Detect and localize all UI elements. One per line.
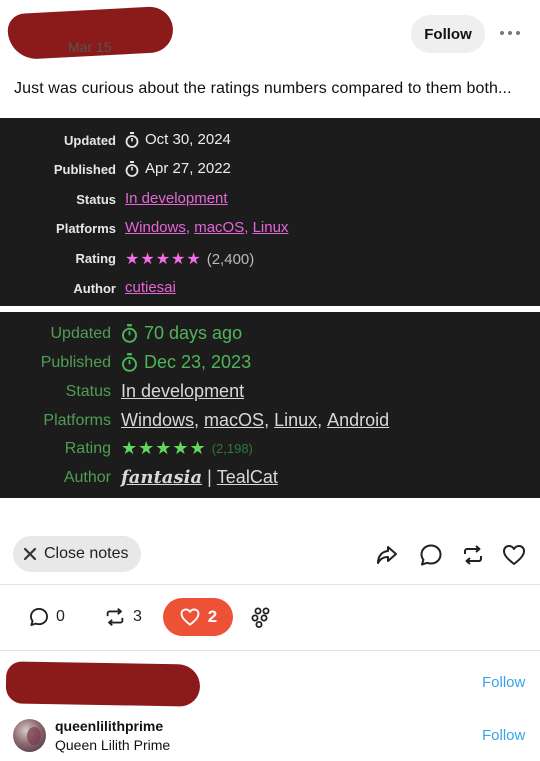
info-label: Platforms [56,221,116,236]
avatar[interactable] [13,719,46,752]
stopwatch-icon [125,131,139,148]
info-row-rating: Rating ★★★★★ (2,400) [0,248,540,270]
follow-button[interactable]: Follow [411,15,485,53]
divider [0,584,540,585]
game-info-card-1: Updated Oct 30, 2024 Published Apr 27, 2… [0,118,540,306]
info-row-platforms: Platforms Windows, macOS, Linux [56,219,289,236]
info-label: Status [65,383,111,400]
info-row-published: Published Apr 27, 2022 [0,159,540,181]
info-row-updated: Updated 70 days ago [0,323,540,345]
reply-icon [30,608,48,626]
platform-link-linux[interactable]: Linux [253,219,289,236]
info-label: Author [63,469,111,486]
post-header: Mar 15 Follow [0,0,540,70]
info-row-platforms: Platforms Windows, macOS, Linux, Android [43,410,390,431]
rating-count: (2,198) [211,441,253,456]
close-notes-button[interactable]: Close notes [13,536,141,572]
likes-count-button[interactable]: 2 [163,598,233,636]
reblogs-count: 3 [133,608,142,625]
status-link[interactable]: In development [125,190,228,207]
stopwatch-icon [125,160,139,177]
game-info-card-2: Updated 70 days ago Published Dec 23, 20… [0,312,540,498]
note-display-name: Queen Lilith Prime [55,737,171,753]
author-link[interactable]: cutiesai [125,279,176,296]
platform-link-windows[interactable]: Windows [121,410,194,431]
info-value: Dec 23, 2023 [144,352,252,372]
post-caption: Just was curious about the ratings numbe… [14,80,512,97]
post-date: Mar 15 [68,39,112,55]
info-label: Rating [64,440,111,457]
note-username[interactable]: queenlilithprime [55,718,163,734]
stopwatch-icon [122,324,137,343]
info-row-status: Status In development [0,189,540,211]
info-row-rating: Rating ★★★★★ (2,198) [0,438,540,460]
stopwatch-icon [122,353,137,372]
author-link[interactable]: TealCat [217,467,278,488]
more-icon[interactable] [497,26,523,40]
info-row-updated: Updated Oct 30, 2024 [0,130,540,152]
notes-cluster-icon [251,607,270,628]
reblog-icon[interactable] [460,542,486,568]
notes-filter-button[interactable] [251,600,279,634]
replies-count-button[interactable]: 0 [28,600,65,634]
author-separator: | [202,467,217,487]
info-row-author: Author cutiesai [0,278,540,300]
share-icon[interactable] [374,542,400,568]
redacted-note-user [5,661,201,707]
reply-icon[interactable] [418,542,444,568]
info-row-published: Published Dec 23, 2023 [0,352,540,374]
follow-link[interactable]: Follow [482,727,525,744]
follow-link[interactable]: Follow [482,674,525,691]
rating-stars: ★★★★★ [121,438,207,458]
replies-count: 0 [56,608,65,625]
info-label: Published [53,162,116,177]
status-link[interactable]: In development [121,381,244,402]
info-row-status: Status In development [0,381,540,403]
author-link-fancy[interactable]: fantasia [121,467,202,488]
platform-link-windows[interactable]: Windows [125,219,186,236]
info-row-author: Author fantasia | TealCat [0,467,540,489]
info-value: 70 days ago [144,323,243,343]
info-label: Status [76,192,116,207]
heart-icon[interactable] [501,542,527,568]
info-label: Rating [75,251,116,266]
platform-link-linux[interactable]: Linux [274,410,317,431]
likes-count: 2 [207,607,218,626]
divider [0,650,540,651]
close-notes-label: Close notes [44,545,129,562]
info-label: Published [40,354,111,371]
platform-link-macos[interactable]: macOS [194,219,244,236]
info-label: Author [73,281,116,296]
info-label: Updated [50,325,112,342]
close-icon [23,547,37,561]
info-label: Updated [64,133,116,148]
heart-icon [180,608,200,626]
info-value: Oct 30, 2024 [145,131,231,148]
reblog-icon [106,607,124,627]
reblogs-count-button[interactable]: 3 [103,600,142,634]
rating-stars: ★★★★★ [125,251,202,268]
platform-link-android[interactable]: Android [327,410,389,431]
rating-count: (2,400) [206,250,255,268]
info-value: Apr 27, 2022 [145,160,231,177]
platform-link-macos[interactable]: macOS [204,410,264,431]
info-label: Platforms [43,412,111,429]
